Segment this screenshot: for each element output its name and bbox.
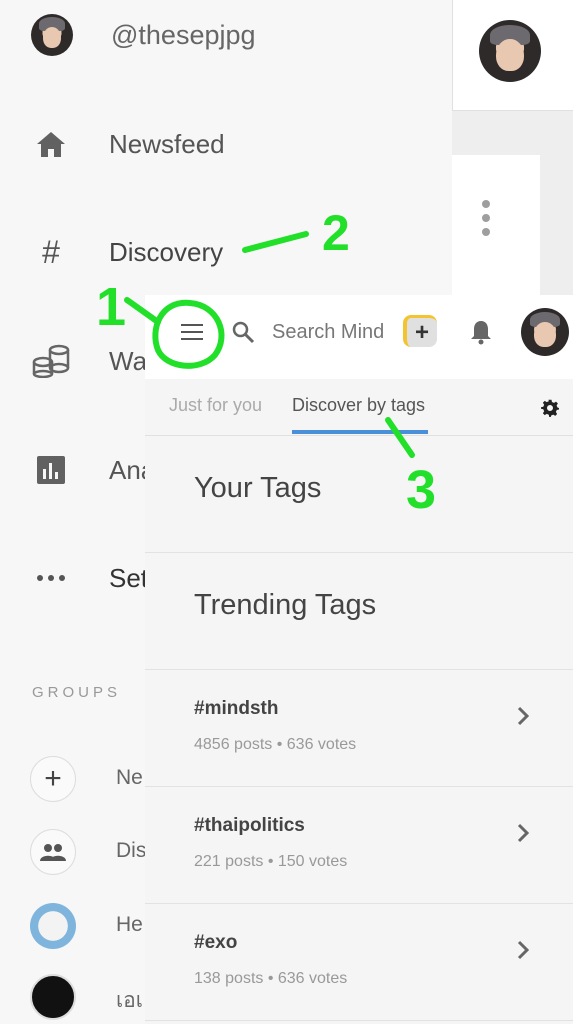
drawer-item-label: Wa [109, 345, 148, 376]
profile-avatar-topbar[interactable] [521, 308, 569, 356]
tab-just-for-you[interactable]: Just for you [169, 395, 262, 416]
home-icon [32, 125, 70, 163]
background-avatar[interactable] [479, 20, 541, 82]
create-post-button[interactable]: + [403, 315, 437, 347]
group-label: He [116, 913, 143, 936]
drawer-item-label: Set [109, 562, 149, 593]
tab-bar: Just for you Discover by tags [145, 379, 573, 436]
group-logo-icon [30, 974, 76, 1020]
trending-tags-section: Trending Tags [145, 553, 573, 670]
discover-screen: Search Mind + Just for you Discover by t… [145, 295, 573, 1024]
tab-discover-by-tags[interactable]: Discover by tags [292, 395, 425, 416]
drawer-item-label: Newsfeed [109, 128, 225, 159]
menu-icon[interactable] [181, 324, 203, 342]
group-label: เอเ [116, 989, 143, 1012]
search-icon[interactable] [231, 320, 255, 344]
gear-icon[interactable] [541, 399, 559, 417]
bar-chart-icon [32, 451, 70, 489]
groups-heading: GROUPS [32, 684, 122, 701]
section-title-your-tags: Your Tags [194, 472, 322, 504]
drawer-item-label: Discovery [109, 236, 224, 267]
more-horiz-icon [32, 559, 70, 597]
group-label: Dis [116, 839, 147, 862]
search-input[interactable]: Search Mind [272, 321, 384, 344]
tag-stats: 4856 posts • 636 votes [194, 736, 357, 753]
chevron-right-icon [517, 706, 530, 726]
tag-name: #thaipolitics [194, 815, 305, 836]
section-title-trending-tags: Trending Tags [194, 589, 377, 621]
bell-icon[interactable] [469, 319, 493, 345]
background-topbar [452, 0, 573, 111]
tag-stats: 138 posts • 636 votes [194, 970, 348, 987]
group-avatar-icon [30, 903, 76, 949]
more-vert-icon[interactable] [482, 200, 490, 236]
tag-row-mindsth[interactable]: #mindsth 4856 posts • 636 votes [145, 670, 573, 787]
background-post-card [452, 155, 540, 305]
chevron-right-icon [517, 823, 530, 843]
active-tab-indicator [292, 430, 428, 434]
chevron-right-icon [517, 940, 530, 960]
tag-row-exo[interactable]: #exo 138 posts • 636 votes [145, 904, 573, 1021]
profile-avatar[interactable] [31, 14, 73, 56]
your-tags-section: Your Tags [145, 436, 573, 553]
drawer-item-discovery[interactable]: # Discovery [0, 222, 452, 282]
people-icon [30, 829, 76, 875]
group-label: Ne [116, 766, 143, 789]
coins-icon [32, 342, 70, 380]
plus-icon: + [30, 756, 76, 802]
tag-name: #mindsth [194, 698, 279, 719]
top-app-bar: Search Mind + [145, 295, 573, 380]
tag-row-thaipolitics[interactable]: #thaipolitics 221 posts • 150 votes [145, 787, 573, 904]
hash-icon: # [42, 233, 60, 270]
tag-stats: 221 posts • 150 votes [194, 853, 348, 870]
username[interactable]: @thesepjpg [111, 20, 256, 51]
drawer-item-newsfeed[interactable]: Newsfeed [0, 114, 452, 174]
tag-name: #exo [194, 932, 238, 953]
